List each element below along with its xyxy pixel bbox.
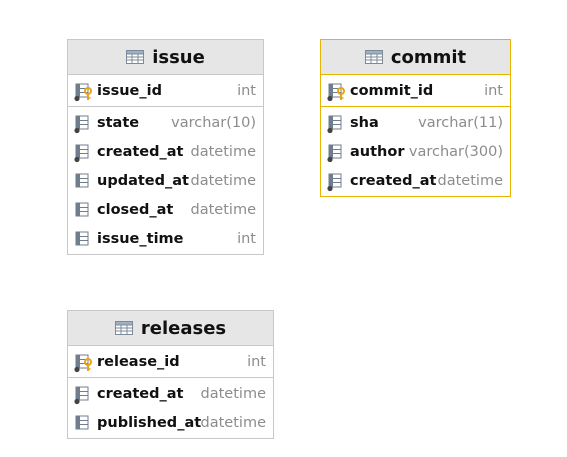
column-icon xyxy=(73,201,93,221)
column-name: sha xyxy=(350,114,379,131)
column-name: closed_at xyxy=(97,201,174,218)
column-row[interactable]: sha varchar(11) xyxy=(321,108,510,137)
column-not-null-icon xyxy=(326,143,346,163)
table-header[interactable]: releases xyxy=(68,311,273,346)
column-type: int xyxy=(484,82,503,99)
column-name: created_at xyxy=(97,143,184,160)
column-row[interactable]: created_at datetime xyxy=(68,379,273,408)
column-name: release_id xyxy=(97,353,180,370)
table-header[interactable]: issue xyxy=(68,40,263,75)
primary-key-row[interactable]: issue_id int xyxy=(68,75,263,107)
table-releases[interactable]: releases release_id int created_at datetime p… xyxy=(67,310,274,439)
table-title: issue xyxy=(152,46,205,68)
table-issue[interactable]: issue issue_id int state varchar(10) created_… xyxy=(67,39,264,255)
column-type: varchar(300) xyxy=(408,143,503,160)
column-type: datetime xyxy=(200,414,266,431)
table-icon xyxy=(126,50,145,64)
column-name: updated_at xyxy=(97,172,189,189)
table-title: commit xyxy=(390,46,467,68)
table-icon xyxy=(114,321,133,335)
column-type: datetime xyxy=(190,143,256,160)
column-row[interactable]: issue_time int xyxy=(68,224,263,253)
primary-key-icon xyxy=(73,82,93,102)
column-not-null-icon xyxy=(73,385,93,405)
column-not-null-icon xyxy=(73,143,93,163)
column-name: issue_id xyxy=(97,82,162,99)
column-name: created_at xyxy=(350,172,437,189)
column-name: state xyxy=(97,114,140,131)
table-title: releases xyxy=(140,317,227,339)
column-type: varchar(11) xyxy=(418,114,503,131)
column-name: issue_time xyxy=(97,230,184,247)
column-type: int xyxy=(237,230,256,247)
column-type: varchar(10) xyxy=(171,114,256,131)
column-name: commit_id xyxy=(350,82,434,99)
column-not-null-icon xyxy=(326,172,346,192)
primary-key-icon xyxy=(73,353,93,373)
column-not-null-icon xyxy=(73,114,93,134)
column-row[interactable]: state varchar(10) xyxy=(68,108,263,137)
column-type: int xyxy=(237,82,256,99)
column-row[interactable]: closed_at datetime xyxy=(68,195,263,224)
primary-key-row[interactable]: release_id int xyxy=(68,346,273,378)
column-icon xyxy=(73,172,93,192)
column-type: datetime xyxy=(437,172,503,189)
primary-key-icon xyxy=(326,82,346,102)
primary-key-row[interactable]: commit_id int xyxy=(321,75,510,107)
column-name: created_at xyxy=(97,385,184,402)
table-commit[interactable]: commit commit_id int sha varchar(11) author va… xyxy=(320,39,511,197)
column-type: int xyxy=(247,353,266,370)
column-row[interactable]: created_at datetime xyxy=(321,166,510,195)
column-row[interactable]: updated_at datetime xyxy=(68,166,263,195)
column-type: datetime xyxy=(190,201,256,218)
column-name: published_at xyxy=(97,414,202,431)
column-row[interactable]: author varchar(300) xyxy=(321,137,510,166)
column-icon xyxy=(73,414,93,434)
table-header[interactable]: commit xyxy=(321,40,510,75)
column-name: author xyxy=(350,143,405,160)
column-type: datetime xyxy=(190,172,256,189)
column-not-null-icon xyxy=(326,114,346,134)
column-row[interactable]: created_at datetime xyxy=(68,137,263,166)
column-row[interactable]: published_at datetime xyxy=(68,408,273,437)
column-icon xyxy=(73,230,93,250)
table-icon xyxy=(364,50,383,64)
column-type: datetime xyxy=(200,385,266,402)
